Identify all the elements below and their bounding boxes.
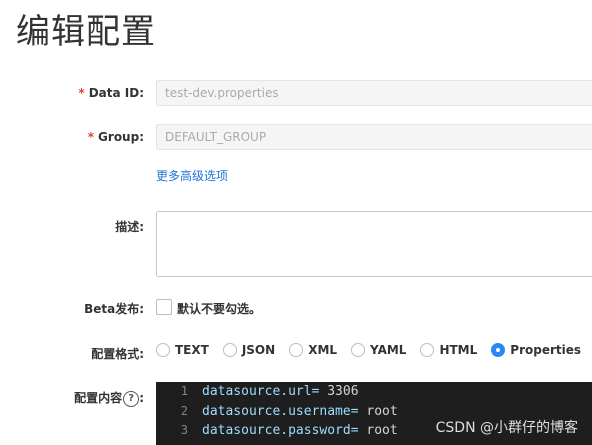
radio-circle-checked[interactable] [491,343,506,357]
radio-circle[interactable] [289,343,304,357]
required-asterisk: * [78,86,85,100]
radio-circle[interactable] [420,343,435,357]
code-key: datasource.username= [202,403,359,419]
format-option-html[interactable]: HTML [420,343,477,357]
line-number: 3 [180,423,188,437]
beta-label: Beta发布: [84,302,144,316]
code-value: root [358,403,398,419]
beta-checkbox-text: 默认不要勾选。 [177,302,262,316]
description-label: 描述: [115,220,144,234]
code-key: datasource.password= [202,423,359,438]
line-number: 2 [180,403,188,418]
format-option-xml[interactable]: XML [289,343,337,357]
format-radio-group: TEXT JSON XML YAML HTML Properties [156,343,592,357]
required-asterisk: * [87,130,95,144]
format-option-json[interactable]: JSON [222,343,275,357]
radio-circle[interactable] [222,343,237,357]
data-id-input[interactable]: test-dev.properties [156,80,592,106]
radio-circle[interactable] [156,343,170,357]
format-option-properties[interactable]: Properties [491,343,581,357]
question-circle-icon[interactable]: ? [123,390,140,407]
code-key: datasource.url= [202,384,320,399]
code-value: root [358,423,398,438]
content-label: 配置内容?: [74,390,144,407]
watermark: CSDN @小群仔的博客 [435,420,578,436]
advanced-options-link[interactable]: 更多高级选项 [156,167,228,184]
format-label: 配置格式: [91,347,144,361]
beta-checkbox[interactable] [156,299,172,315]
group-input[interactable]: DEFAULT_GROUP [156,124,592,150]
format-option-yaml[interactable]: YAML [351,343,406,357]
page-title: 编辑配置 [16,12,156,52]
line-number: 1 [180,384,188,398]
description-textarea[interactable] [156,211,592,277]
code-value: 3306 [319,384,359,399]
group-label: * Group: [87,130,144,144]
code-line: 1 datasource.url= 3306 [156,382,592,402]
data-id-label: * Data ID: [78,86,144,100]
radio-circle[interactable] [351,343,366,357]
format-option-text[interactable]: TEXT [156,343,209,357]
